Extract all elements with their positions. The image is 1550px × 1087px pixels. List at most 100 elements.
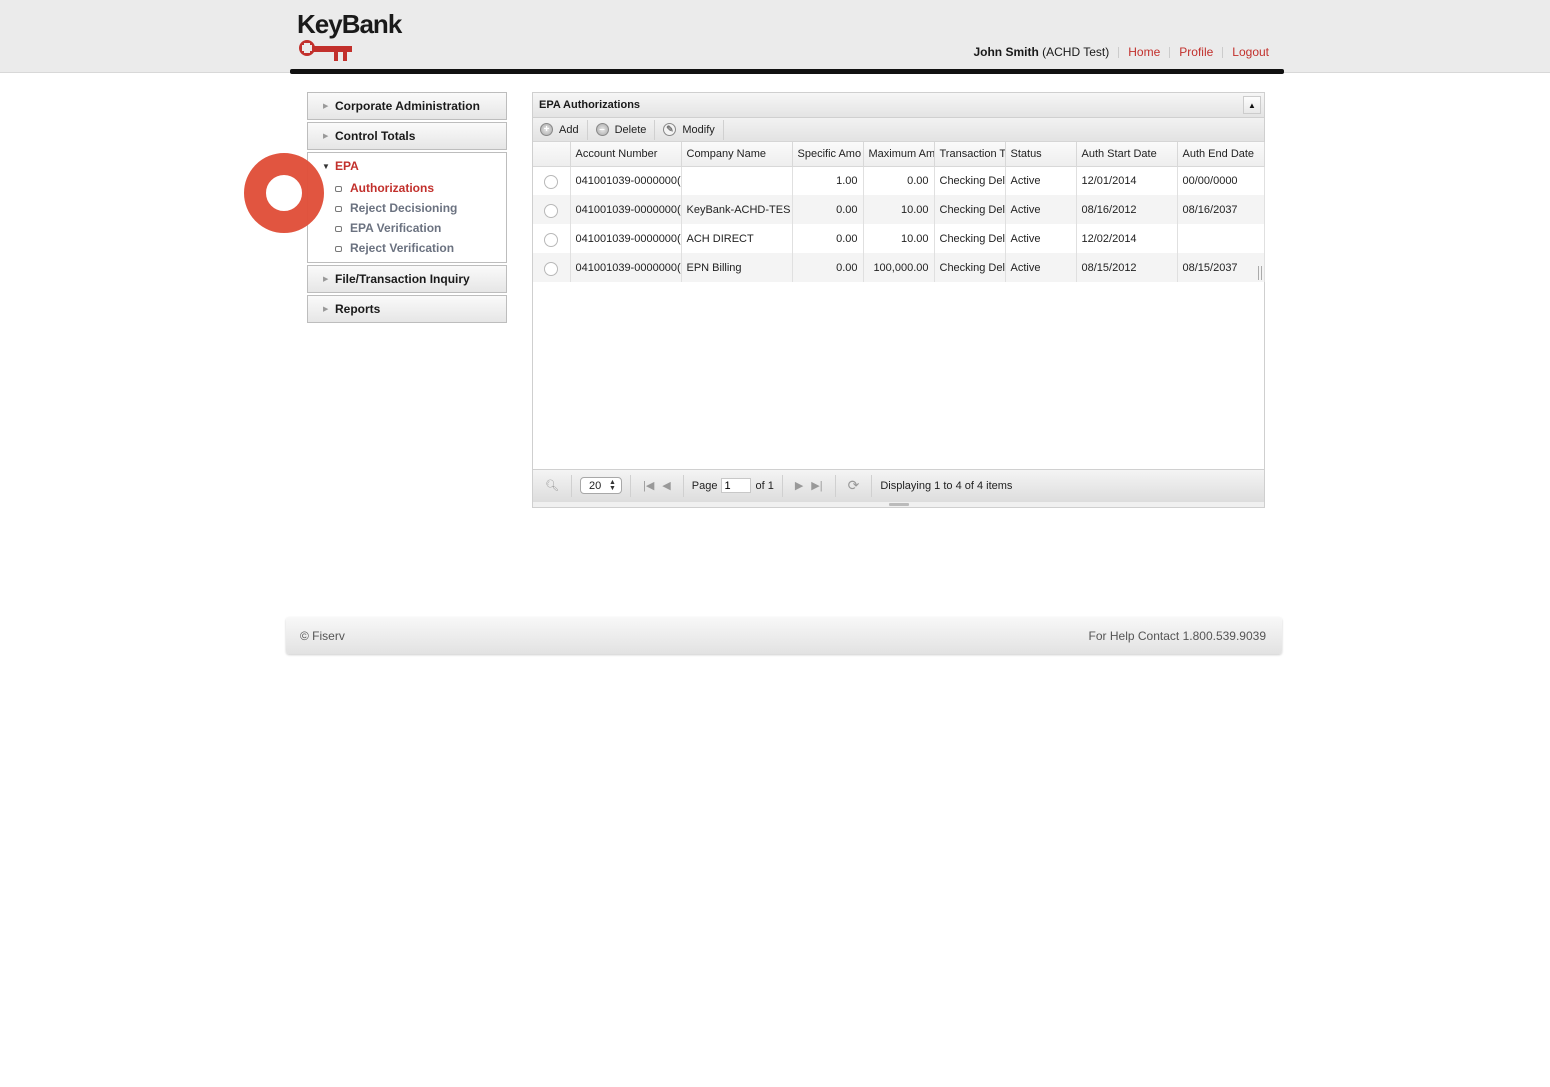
bullet-icon (335, 206, 342, 212)
first-page-icon[interactable]: |◀ (643, 479, 654, 492)
home-link[interactable]: Home (1128, 45, 1160, 59)
column-header-specific-amount[interactable]: Specific Amo (792, 142, 864, 167)
grid-body: Account Number Company Name Specific Amo… (533, 142, 1265, 444)
company-name-cell: KeyBank-ACHD-TES (681, 195, 793, 224)
company-name-cell: EPN Billing (681, 253, 793, 282)
submenu-item-reject-verification[interactable]: Reject Verification (308, 238, 506, 258)
key-icon (299, 40, 352, 61)
submenu-item-label: Reject Verification (350, 241, 455, 255)
table-row[interactable]: 041001039-0000000( KeyBank-ACHD-TES 0.00… (533, 195, 1265, 224)
specific-amount-cell: 1.00 (792, 166, 864, 195)
nav-forward-segment: ▶ ▶| (783, 474, 836, 497)
header-divider (290, 69, 1284, 74)
status-cell: Active (1005, 253, 1077, 282)
select-cell (533, 166, 571, 195)
row-radio[interactable] (544, 175, 559, 190)
nav-back-segment: |◀ ◀ (631, 474, 684, 497)
bullet-icon (335, 246, 342, 252)
page-header: KeyBank John Smith (ACHD Test) Home Prof… (0, 0, 1550, 74)
table-row[interactable]: 041001039-0000000( EPN Billing 0.00 100,… (533, 253, 1265, 282)
page-number-input[interactable] (721, 478, 752, 493)
last-page-icon[interactable]: ▶| (811, 479, 822, 492)
auth-end-date-cell: 00/00/0000 (1177, 166, 1265, 195)
brand-name: KeyBank (297, 9, 402, 39)
auth-start-date-cell: 12/02/2014 (1076, 224, 1178, 253)
page-size-value: 20 (588, 479, 602, 492)
table-row[interactable]: 041001039-0000000( 1.00 0.00 Checking De… (533, 166, 1265, 195)
add-button[interactable]: + Add (537, 119, 588, 140)
chevron-down-icon: ▼ (322, 161, 330, 171)
panel-title-bar: EPA Authorizations ▲ (533, 93, 1264, 118)
column-header-auth-start-date[interactable]: Auth Start Date (1076, 142, 1178, 167)
maximum-amount-cell: 100,000.00 (863, 253, 935, 282)
column-header-account-number[interactable]: Account Number (570, 142, 682, 167)
logout-link[interactable]: Logout (1232, 45, 1269, 59)
user-role: (ACHD Test) (1042, 45, 1110, 59)
column-header-maximum-amount[interactable]: Maximum Am (863, 142, 935, 167)
sidebar-item-corporate-administration[interactable]: ▶ Corporate Administration (307, 92, 507, 120)
column-header-transaction-type[interactable]: Transaction T (934, 142, 1006, 167)
submenu-item-reject-decisioning[interactable]: Reject Decisioning (308, 198, 506, 218)
profile-link[interactable]: Profile (1179, 45, 1213, 59)
add-label: Add (559, 123, 579, 136)
keybank-logo[interactable]: KeyBank (297, 9, 402, 61)
refresh-icon[interactable]: ⟳ (848, 477, 860, 494)
row-radio[interactable] (544, 204, 559, 218)
transaction-type-cell: Checking Del (934, 195, 1006, 224)
delete-label: Delete (614, 123, 647, 136)
user-name: John Smith (973, 45, 1039, 59)
panel-resize-bar (533, 501, 1264, 507)
page-footer: © Fiserv For Help Contact 1.800.539.9039 (286, 617, 1282, 654)
column-resize-grip[interactable] (1258, 266, 1262, 280)
sidebar-nav: ▶ Corporate Administration ▶ Control Tot… (307, 92, 507, 325)
next-page-icon[interactable]: ▶ (795, 479, 803, 492)
submenu-item-epa-verification[interactable]: EPA Verification (308, 218, 506, 238)
search-icon[interactable]: 🔍︎ (545, 479, 559, 492)
page-count-label: of 1 (755, 479, 774, 492)
column-header-select (533, 142, 571, 167)
previous-page-icon[interactable]: ◀ (662, 479, 670, 492)
user-info: John Smith (ACHD Test) (973, 45, 1109, 59)
modify-button[interactable]: ✎ Modify (655, 119, 724, 140)
page-size-segment: 20 ▲ ▼ (572, 474, 631, 497)
sidebar-item-label: Reports (335, 302, 381, 316)
epa-authorizations-panel: EPA Authorizations ▲ + Add – Delete ✎ Mo… (532, 92, 1265, 508)
column-header-auth-end-date[interactable]: Auth End Date (1177, 142, 1265, 167)
row-radio[interactable] (544, 262, 559, 276)
sidebar-item-label: Control Totals (335, 129, 416, 143)
chevron-right-icon: ▶ (323, 103, 329, 110)
collapse-button[interactable]: ▲ (1243, 96, 1261, 114)
auth-end-date-cell (1177, 224, 1265, 253)
transaction-type-cell: Checking Del (934, 166, 1006, 195)
sidebar-item-label: File/Transaction Inquiry (335, 272, 470, 286)
grid-toolbar: + Add – Delete ✎ Modify (533, 118, 1264, 142)
bullet-icon (335, 226, 342, 232)
status-cell: Active (1005, 166, 1077, 195)
page-size-select[interactable]: 20 ▲ ▼ (579, 477, 622, 494)
sidebar-item-file-transaction-inquiry[interactable]: ▶ File/Transaction Inquiry (307, 265, 507, 293)
company-name-cell: ACH DIRECT (681, 224, 793, 253)
refresh-segment: ⟳ (836, 474, 873, 497)
maximum-amount-cell: 10.00 (863, 195, 935, 224)
table-row[interactable]: 041001039-0000000( ACH DIRECT 0.00 10.00… (533, 224, 1265, 253)
bullet-icon (335, 186, 342, 192)
epa-submenu: Authorizations Reject Decisioning EPA Ve… (308, 178, 506, 258)
sidebar-item-label: Corporate Administration (335, 99, 480, 113)
pencil-icon: ✎ (663, 123, 677, 136)
sidebar-item-reports[interactable]: ▶ Reports (307, 295, 507, 323)
sidebar-item-control-totals[interactable]: ▶ Control Totals (307, 122, 507, 150)
transaction-type-cell: Checking Del (934, 253, 1006, 282)
status-cell: Active (1005, 224, 1077, 253)
column-header-company-name[interactable]: Company Name (681, 142, 793, 167)
account-number-cell: 041001039-0000000( (570, 166, 682, 195)
submenu-item-authorizations[interactable]: Authorizations (308, 178, 506, 198)
row-radio[interactable] (544, 233, 559, 247)
delete-button[interactable]: – Delete (588, 119, 656, 140)
plus-circle-icon: + (540, 123, 553, 136)
sidebar-item-epa[interactable]: ▼ EPA (308, 158, 506, 174)
authorizations-table: Account Number Company Name Specific Amo… (533, 142, 1265, 282)
spinner-icon: ▲ ▼ (609, 478, 616, 492)
column-header-status[interactable]: Status (1005, 142, 1077, 167)
resize-handle[interactable] (889, 503, 909, 506)
status-segment: Displaying 1 to 4 of 4 items (872, 475, 1020, 497)
